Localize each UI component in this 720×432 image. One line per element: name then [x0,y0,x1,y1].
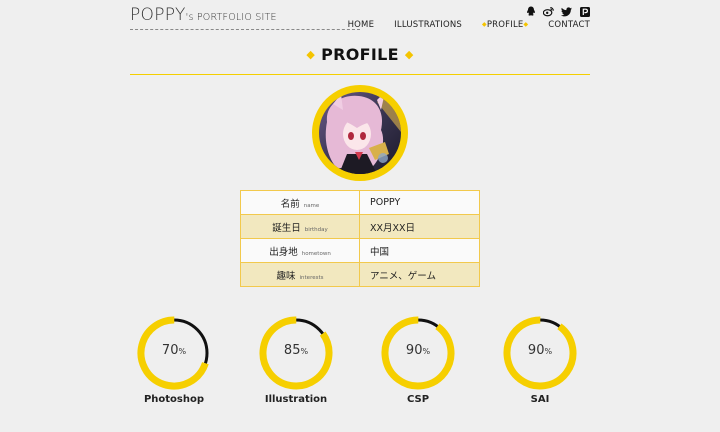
skill-illustration: 85% Illustration [246,315,346,405]
row-label: 誕生日 birthday [240,214,360,239]
avatar [312,85,408,181]
diamond-icon: ◆ [404,48,414,61]
label-en: interests [299,274,324,281]
row-value: XX月XX日 [359,214,480,239]
skill-percent: 90% [368,343,468,358]
skill-name: Photoshop [143,394,205,405]
row-value: POPPY [359,190,480,215]
nav-profile-label: PROFILE [486,20,524,30]
page-title: ◆ PROFILE ◆ [130,45,590,64]
label-jp: 誕生日 [272,222,301,234]
row-label: 名前 name [240,190,360,215]
skill-percent: 85% [246,343,346,358]
qq-icon[interactable] [525,6,536,17]
page-title-bar: ◆ PROFILE ◆ [130,44,590,75]
label-en: birthday [304,226,328,233]
skill-name: SAI [530,394,550,405]
row-value: 中国 [359,238,480,263]
percent-value: 85 [283,343,301,358]
nav-profile[interactable]: ◆PROFILE◆ [482,20,528,30]
percent-unit: % [544,347,553,356]
logo-main: POPPY [130,5,186,25]
nav-illustrations[interactable]: ILLUSTRATIONS [394,20,462,30]
avatar-image [319,92,401,174]
table-row: 趣味 interests アニメ、ゲーム [240,262,480,287]
percent-value: 70 [161,343,179,358]
social-links [525,6,590,17]
skill-csp: 90% CSP [368,315,468,405]
main-nav: HOME ILLUSTRATIONS ◆PROFILE◆ CONTACT [328,20,590,30]
logo-sub: 's PORTFOLIO SITE [185,12,277,23]
table-row: 名前 name POPPY [240,190,480,215]
label-jp: 名前 [280,198,300,210]
label-en: hometown [301,250,331,257]
row-value: アニメ、ゲーム [359,262,480,287]
skill-percent: 90% [490,343,590,358]
row-label: 出身地 hometown [240,238,360,263]
twitter-icon[interactable] [561,6,572,17]
profile-table: 名前 name POPPY 誕生日 birthday XX月XX日 出身地 homet… [240,190,480,287]
skill-name: Illustration [264,394,328,405]
pixiv-icon[interactable] [579,6,590,17]
percent-unit: % [178,347,187,356]
weibo-icon[interactable] [543,6,554,17]
row-label: 趣味 interests [240,262,360,287]
site-header: POPPY's PORTFOLIO SITE HOME ILLUSTRATION… [130,0,590,30]
nav-contact[interactable]: CONTACT [548,20,590,30]
page-title-text: PROFILE [321,45,399,64]
skills-section: 70% Photoshop 85% Illustration 90% CSP 9… [0,315,720,415]
skill-sai: 90% SAI [490,315,590,405]
percent-value: 90 [405,343,423,358]
diamond-icon: ◆ [306,48,316,61]
skill-name: CSP [406,394,430,405]
label-jp: 出身地 [269,246,298,258]
diamond-icon: ◆ [523,21,529,28]
table-row: 誕生日 birthday XX月XX日 [240,214,480,239]
label-jp: 趣味 [276,270,296,282]
percent-unit: % [300,347,309,356]
skill-photoshop: 70% Photoshop [124,315,224,405]
percent-unit: % [422,347,431,356]
skill-percent: 70% [124,343,224,358]
table-row: 出身地 hometown 中国 [240,238,480,263]
site-logo[interactable]: POPPY's PORTFOLIO SITE [130,5,360,30]
label-en: name [303,202,320,209]
percent-value: 90 [527,343,545,358]
nav-home[interactable]: HOME [348,20,375,30]
